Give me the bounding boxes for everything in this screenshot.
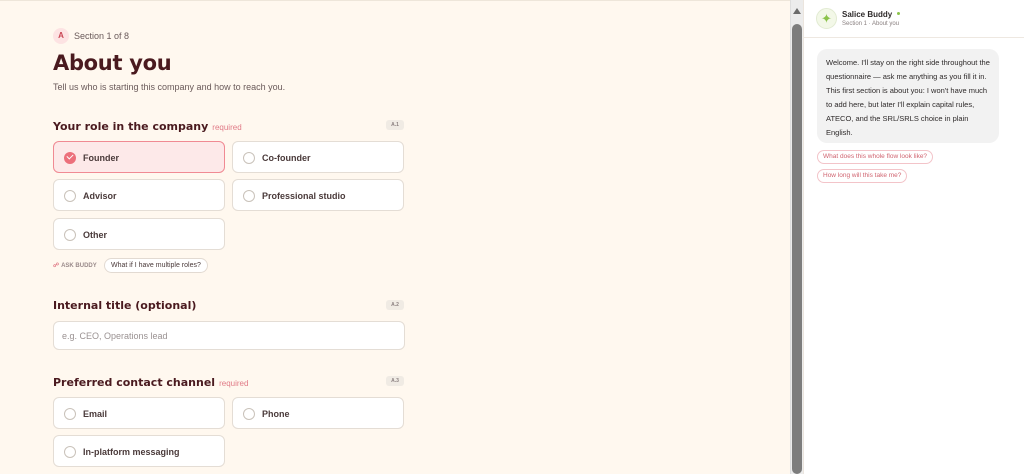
- page-title: About you: [53, 51, 172, 75]
- contact-option-email[interactable]: Email: [53, 397, 225, 429]
- contact-option-in-platform-messaging[interactable]: In-platform messaging: [53, 435, 225, 467]
- section-badge: A: [53, 28, 69, 44]
- role-option-other[interactable]: Other: [53, 218, 225, 250]
- question-code: A.2: [386, 300, 404, 310]
- option-label: Co-founder: [262, 153, 311, 163]
- sidebar-header: ✦ Salice Buddy Section 1 · About you: [804, 0, 1024, 38]
- radio-unchecked: [64, 229, 76, 241]
- ask-buddy-chip[interactable]: What if I have multiple roles?: [104, 258, 208, 273]
- questionnaire-panel: A Section 1 of 8 About you Tell us who i…: [0, 0, 790, 474]
- chat-message: Welcome. I'll stay on the right side thr…: [817, 49, 999, 143]
- radio-unchecked: [64, 190, 76, 202]
- sparkle-icon: ✦: [821, 11, 832, 26]
- radio-unchecked: [64, 408, 76, 420]
- suggestion-chip[interactable]: What does this whole flow look like?: [817, 150, 934, 164]
- required-label: required: [219, 379, 249, 388]
- option-label: In-platform messaging: [83, 447, 180, 457]
- buddy-sidebar: ✦ Salice Buddy Section 1 · About you Wel…: [803, 0, 1024, 474]
- scrollbar[interactable]: [790, 0, 803, 474]
- radio-unchecked: [64, 446, 76, 458]
- ask-buddy-label: ☍ ASK BUDDY: [53, 263, 97, 269]
- buddy-name: Salice Buddy: [842, 10, 893, 19]
- suggestion-chip[interactable]: How long will this take me?: [817, 169, 908, 183]
- radio-unchecked: [243, 152, 255, 164]
- option-label: Other: [83, 230, 108, 240]
- radio-unchecked: [243, 408, 255, 420]
- role-option-advisor[interactable]: Advisor: [53, 179, 225, 211]
- option-label: Advisor: [83, 191, 117, 201]
- contact-question-title: Preferred contact channel required: [53, 376, 249, 389]
- question-code: A.1: [386, 120, 404, 130]
- avatar: ✦: [816, 8, 837, 29]
- option-label: Professional studio: [262, 191, 346, 201]
- radio-unchecked: [243, 190, 255, 202]
- check-icon: [66, 152, 74, 160]
- option-label: Phone: [262, 409, 290, 419]
- internal-title-input[interactable]: [53, 321, 405, 350]
- page-subtitle: Tell us who is starting this company and…: [53, 82, 286, 92]
- role-option-founder[interactable]: Founder: [53, 141, 225, 173]
- buddy-subtitle: Section 1 · About you: [842, 21, 900, 27]
- role-option-professional-studio[interactable]: Professional studio: [232, 179, 404, 211]
- scroll-up-arrow-icon[interactable]: [793, 8, 801, 14]
- section-label: Section 1 of 8: [74, 31, 130, 41]
- role-question-title: Your role in the company required: [53, 120, 242, 133]
- question-code: A.3: [386, 376, 404, 386]
- link-icon: ☍: [53, 263, 60, 269]
- required-label: required: [212, 123, 242, 132]
- option-label: Email: [83, 409, 108, 419]
- contact-option-phone[interactable]: Phone: [232, 397, 404, 429]
- online-status-icon: [897, 12, 900, 15]
- radio-checked: [64, 152, 76, 164]
- internal-title-question: Internal title (optional): [53, 299, 197, 312]
- scroll-thumb[interactable]: [792, 24, 802, 474]
- role-option-co-founder[interactable]: Co-founder: [232, 141, 404, 173]
- option-label: Founder: [83, 153, 119, 163]
